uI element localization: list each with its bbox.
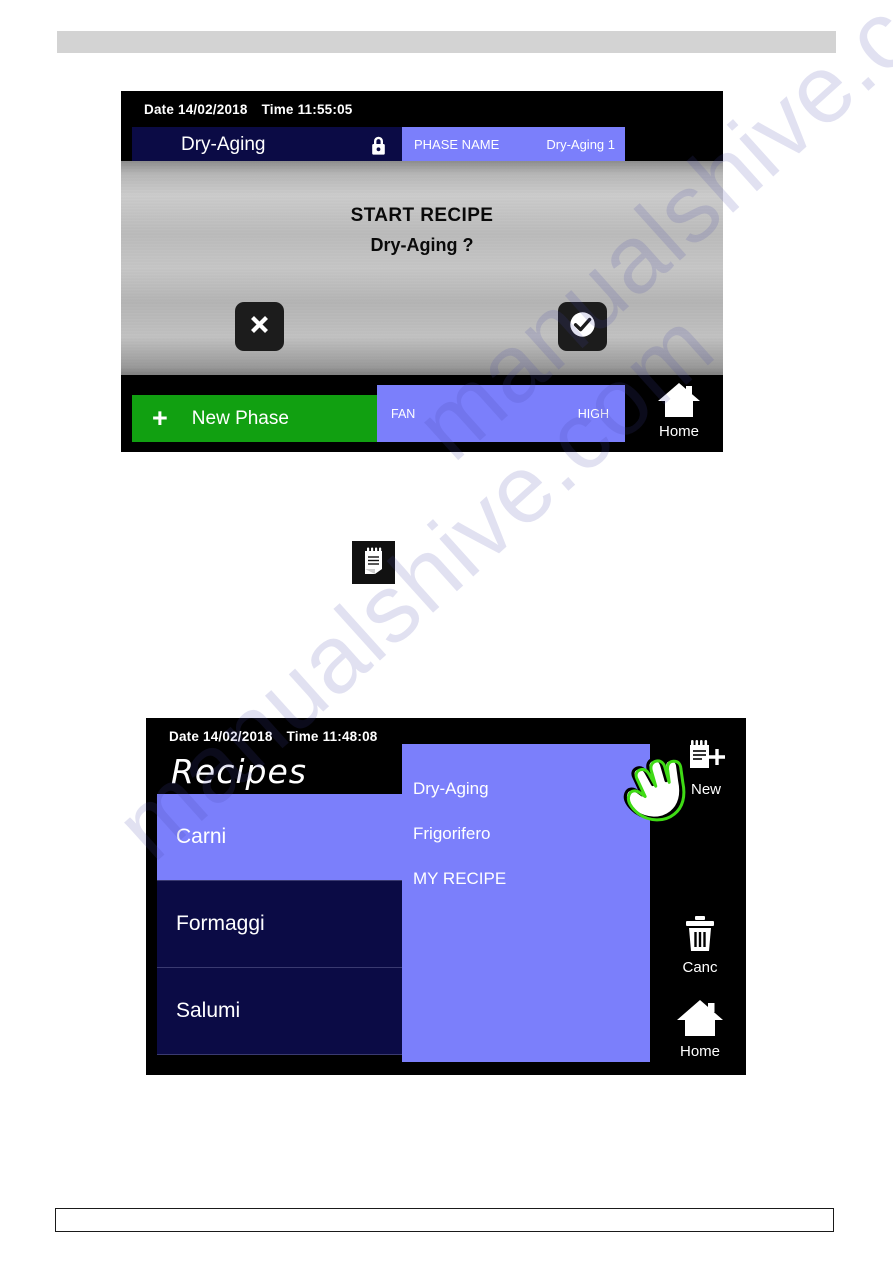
recipe-label: MY RECIPE [413,868,507,888]
device-screenshot-recipes-list: Date 14/02/2018 Time 11:48:08 Recipes Ca… [146,718,746,1075]
home-icon [656,379,702,423]
delete-label: Canc [682,959,718,976]
category-list: Carni Formaggi Salumi [157,794,406,1062]
phase-name-value: Dry-Aging 1 [546,137,615,152]
trash-icon [682,914,718,958]
check-circle-icon [568,310,597,344]
hand-pointer-icon [616,754,694,824]
recipe-item-dry-aging[interactable]: Dry-Aging [402,766,650,811]
home-icon [675,996,725,1042]
device-screenshot-start-recipe: Date 14/02/2018 Time 11:55:05 Dry-Aging … [121,91,723,452]
home-button[interactable]: Home [641,379,717,440]
status-bar: Date 14/02/2018 Time 11:55:05 [121,91,723,127]
page-title: Recipes [171,752,307,791]
status-date: Date 14/02/2018 [144,101,248,117]
status-time: Time 11:48:08 [286,728,378,744]
dialog-subtitle: Dry-Aging ? [370,235,474,255]
notepad-icon-tile [352,541,395,584]
fan-value: HIGH [577,406,609,421]
recipe-label: Frigorifero [413,823,491,843]
status-date: Date 14/02/2018 [169,728,273,744]
home-label: Home [658,423,699,440]
recipe-name-bar[interactable]: Dry-Aging [132,127,402,162]
close-x-icon [247,312,272,342]
fan-label: FAN [391,406,416,421]
recipe-item-my-recipe[interactable]: MY RECIPE [402,856,650,901]
dialog-title: START RECIPE [350,205,494,226]
status-time: Time 11:55:05 [261,101,353,117]
category-item-formaggi[interactable]: Formaggi [157,881,406,968]
delete-button[interactable]: Canc [654,914,746,976]
category-label: Carni [176,825,227,848]
new-phase-label: New Phase [191,407,289,429]
plus-icon: + [152,403,168,433]
recipe-list: Dry-Aging Frigorifero MY RECIPE [402,744,650,1062]
notepad-icon [361,546,386,579]
page-header-bar [57,31,836,53]
dialog-cancel-button[interactable] [235,302,284,351]
category-item-carni[interactable]: Carni [157,794,406,881]
phase-name-bar[interactable]: PHASE NAME Dry-Aging 1 [402,127,625,162]
recipe-label: Dry-Aging [413,778,489,798]
recipe-item-frigorifero[interactable]: Frigorifero [402,811,650,856]
new-recipe-label: New [690,781,721,798]
category-item-salumi[interactable]: Salumi [157,968,406,1055]
page-footer-box [55,1208,834,1232]
category-label: Formaggi [176,912,265,935]
lock-icon [369,135,388,161]
phase-name-label: PHASE NAME [414,137,500,152]
category-label: Salumi [176,999,241,1022]
home-button[interactable]: Home [654,996,746,1060]
fan-setting-row[interactable]: FAN HIGH [377,385,625,442]
dialog-confirm-button[interactable] [558,302,607,351]
start-recipe-dialog: START RECIPE Dry-Aging ? [121,161,723,375]
recipe-name-label: Dry-Aging [181,133,266,155]
new-phase-button[interactable]: + New Phase [132,395,377,442]
home-label: Home [679,1043,720,1060]
bottom-toolbar: + New Phase FAN HIGH Home [121,375,723,452]
